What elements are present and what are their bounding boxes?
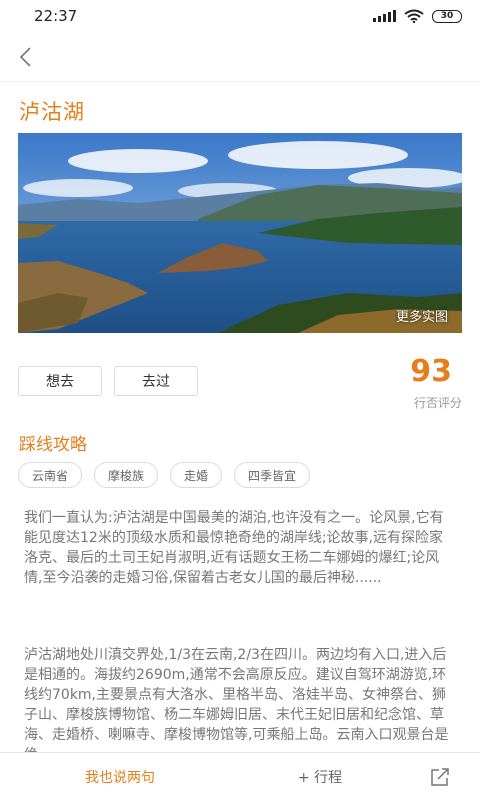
status-time: 22:37: [34, 7, 78, 25]
tag-item[interactable]: 云南省: [18, 462, 83, 488]
bottom-bar: 我也说两句 + 行程: [0, 752, 480, 800]
back-arrow-icon: [19, 47, 31, 67]
rating-label: 行否评分: [413, 396, 462, 410]
been-there-button[interactable]: 去过: [114, 366, 198, 396]
hero-image[interactable]: 更多实图: [18, 133, 462, 333]
add-to-trip-button[interactable]: + 行程: [240, 753, 400, 800]
wifi-icon: [404, 9, 424, 23]
more-photos-link[interactable]: 更多实图: [396, 306, 448, 325]
tag-item[interactable]: 四季皆宜: [234, 462, 311, 488]
signal-icon: [373, 10, 396, 22]
comment-button[interactable]: 我也说两句: [0, 753, 240, 800]
share-icon: [431, 767, 449, 786]
lake-photo: [18, 133, 462, 333]
status-bar: 22:37 30: [0, 0, 480, 32]
status-icons: 30: [373, 9, 462, 23]
description-paragraph-2: 泸沽湖地处川滇交界处,1/3在云南,2/3在四川。两边均有入口,进入后是相通的。…: [24, 647, 449, 752]
battery-icon: 30: [432, 9, 462, 23]
tag-item[interactable]: 摩梭族: [94, 462, 159, 488]
guide-title: 踩线攻略: [19, 435, 87, 455]
tag-list: 云南省 摩梭族 走婚 四季皆宜: [18, 462, 311, 488]
back-button[interactable]: [6, 38, 44, 76]
rating-score: 93: [410, 354, 452, 389]
nav-bar: [0, 32, 480, 82]
page-title: 泸沽湖: [19, 100, 85, 124]
share-button[interactable]: [400, 753, 480, 800]
tag-item[interactable]: 走婚: [170, 462, 223, 488]
description-paragraph-1: 我们一直认为:泸沽湖是中国最美的湖泊,也许没有之一。论风景,它有能见度达12米的…: [24, 510, 444, 586]
want-to-go-button[interactable]: 想去: [18, 366, 102, 396]
